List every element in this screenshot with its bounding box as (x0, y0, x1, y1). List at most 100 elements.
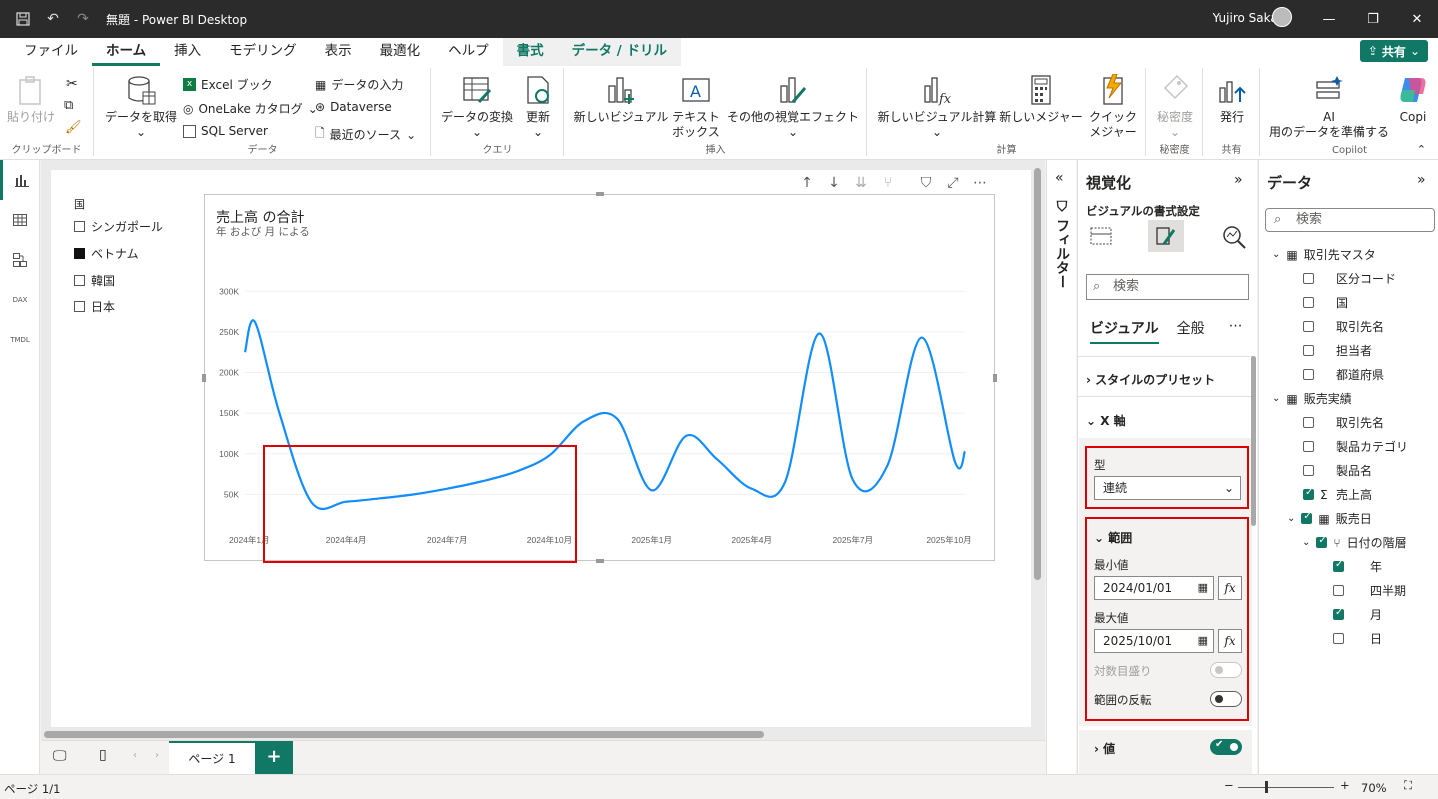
tab-insert[interactable]: 挿入 (160, 38, 215, 66)
tab-format[interactable]: 書式 (502, 38, 558, 66)
values-toggle[interactable]: ✔ (1210, 739, 1242, 755)
resize-handle[interactable] (202, 374, 206, 382)
canvas-horizontal-scrollbar[interactable] (44, 731, 764, 738)
table-node[interactable]: ⌄ ▦ 取引先マスタ (1272, 246, 1376, 263)
zoom-slider-thumb[interactable] (1265, 781, 1268, 793)
field-checkbox[interactable] (1301, 511, 1313, 524)
field-item[interactable]: 区分コード (1303, 270, 1396, 287)
new-visual-button[interactable]: 新しいビジュアル (571, 74, 671, 125)
field-item[interactable]: 担当者 (1303, 342, 1372, 359)
filter-pane-label[interactable]: ⛉ フィルター (1052, 200, 1072, 289)
more-visuals-button[interactable]: その他の視覚エフェクト ⌄ (725, 74, 861, 140)
add-page-button[interactable]: + (255, 741, 293, 775)
save-icon[interactable] (8, 0, 38, 38)
focus-mode-icon[interactable]: ⤢ (941, 172, 965, 194)
publish-button[interactable]: 発行 (1210, 74, 1254, 125)
field-checkbox[interactable] (1303, 273, 1314, 284)
dataverse-button[interactable]: ⊛ Dataverse (315, 100, 392, 114)
resize-handle[interactable] (596, 192, 604, 196)
tab-file[interactable]: ファイル (10, 38, 92, 66)
chevron-down-icon[interactable]: ⌄ (1272, 249, 1280, 260)
more-options-icon[interactable]: ⋯ (1229, 318, 1243, 344)
excel-button[interactable]: x Excel ブック (183, 76, 273, 93)
field-checkbox[interactable] (1303, 417, 1314, 428)
field-checkbox[interactable] (1303, 487, 1314, 500)
sql-server-button[interactable]: SQL Server (183, 124, 268, 138)
collapse-data-icon[interactable]: » (1417, 172, 1426, 188)
share-button[interactable]: ⇪ 共有 ⌄ (1359, 40, 1428, 62)
transform-data-button[interactable]: データの変換 ⌄ (438, 74, 516, 140)
field-checkbox[interactable] (1303, 321, 1314, 332)
hierarchy-level[interactable]: 四半期 (1333, 582, 1406, 599)
zoom-out-icon[interactable]: − (1224, 778, 1234, 792)
collapse-viz-icon[interactable]: » (1234, 172, 1243, 188)
page-tab[interactable]: ページ 1 (169, 741, 255, 775)
sensitivity-button[interactable]: 秘密度 ⌄ (1151, 74, 1199, 140)
field-item[interactable]: 国 (1303, 294, 1348, 311)
slicer-item-korea[interactable]: 韓国 (74, 272, 115, 289)
minimize-icon[interactable]: — (1306, 0, 1352, 38)
drill-up-icon[interactable]: ↑ (795, 172, 819, 194)
tmdl-view-icon[interactable]: TMDL (0, 320, 40, 360)
expand-hierarchy-icon[interactable]: ⑂ (876, 172, 900, 194)
data-search-input[interactable]: ⌕ 検索 (1265, 208, 1435, 232)
redo-icon[interactable]: ↷ (68, 0, 98, 38)
viz-search-input[interactable]: ⌕ 検索 (1086, 274, 1249, 300)
close-icon[interactable]: ✕ (1394, 0, 1438, 38)
model-view-icon[interactable] (0, 240, 40, 280)
field-item[interactable]: 取引先名 (1303, 318, 1384, 335)
analytics-icon[interactable] (1221, 224, 1247, 253)
slicer-item-singapore[interactable]: シンガポール (74, 218, 163, 235)
field-item[interactable]: 製品名 (1303, 462, 1372, 479)
prev-page-icon[interactable]: ‹ (133, 750, 137, 761)
zoom-slider[interactable] (1238, 787, 1334, 788)
paste-button[interactable]: 貼り付け (6, 74, 56, 125)
date-field-node[interactable]: ⌄▦販売日 (1287, 510, 1372, 527)
more-options-icon[interactable]: ⋯ (968, 172, 992, 194)
format-painter-icon[interactable]: 🖌 (65, 120, 82, 135)
copilot-button[interactable]: Copi (1393, 74, 1433, 125)
cut-icon[interactable]: ✂ (66, 76, 78, 92)
build-visual-icon[interactable] (1090, 226, 1112, 249)
field-checkbox[interactable] (1333, 559, 1344, 572)
table-view-icon[interactable] (0, 200, 40, 240)
field-checkbox[interactable] (1333, 633, 1344, 644)
onelake-button[interactable]: ◎ OneLake カタログ ⌄ (183, 100, 318, 117)
field-item[interactable]: Σ売上高 (1303, 486, 1372, 503)
quick-measure-button[interactable]: クイック メジャー (1084, 73, 1142, 140)
tab-modeling[interactable]: モデリング (215, 38, 311, 66)
chevron-down-icon[interactable]: ⌄ (1287, 513, 1295, 524)
slicer-item-japan[interactable]: 日本 (74, 298, 115, 315)
tab-data-drill[interactable]: データ / ドリル (557, 38, 681, 66)
resize-handle[interactable] (596, 559, 604, 563)
hierarchy-level[interactable]: 年 (1333, 558, 1382, 575)
chevron-down-icon[interactable]: ⌄ (1302, 537, 1310, 548)
chevron-down-icon[interactable]: ⌄ (1272, 393, 1280, 404)
viz-pane-scrollbar[interactable] (1251, 356, 1256, 526)
field-checkbox[interactable] (1303, 441, 1314, 452)
hierarchy-level[interactable]: 日 (1333, 630, 1382, 647)
drill-down-icon[interactable]: ↓ (822, 172, 846, 194)
values-section[interactable]: › 値 (1094, 740, 1115, 757)
field-item[interactable]: 製品カテゴリ (1303, 438, 1408, 455)
tab-help[interactable]: ヘルプ (434, 38, 503, 66)
field-checkbox[interactable] (1303, 297, 1314, 308)
table-node[interactable]: ⌄ ▦ 販売実績 (1272, 390, 1352, 407)
slicer-checkbox[interactable] (74, 221, 85, 232)
desktop-layout-icon[interactable]: 🖵 (53, 748, 67, 764)
tab-optimize[interactable]: 最適化 (366, 38, 435, 66)
field-checkbox[interactable] (1303, 345, 1314, 356)
avatar[interactable] (1272, 7, 1292, 27)
field-checkbox[interactable] (1316, 535, 1328, 548)
new-measure-button[interactable]: 新しいメジャー (998, 74, 1084, 125)
expand-filters-icon[interactable]: « (1055, 170, 1064, 186)
filter-icon[interactable]: ⛉ (914, 172, 938, 194)
copy-icon[interactable]: ⧉ (64, 98, 73, 113)
next-page-icon[interactable]: › (155, 750, 159, 761)
tab-visual[interactable]: ビジュアル (1090, 318, 1159, 344)
prep-data-ai-button[interactable]: AI 用のデータを準備する (1267, 74, 1391, 140)
refresh-button[interactable]: 更新 ⌄ (518, 74, 558, 140)
field-checkbox[interactable] (1333, 607, 1344, 620)
field-checkbox[interactable] (1303, 465, 1314, 476)
collapse-ribbon-icon[interactable]: ⌃ (1417, 143, 1426, 156)
